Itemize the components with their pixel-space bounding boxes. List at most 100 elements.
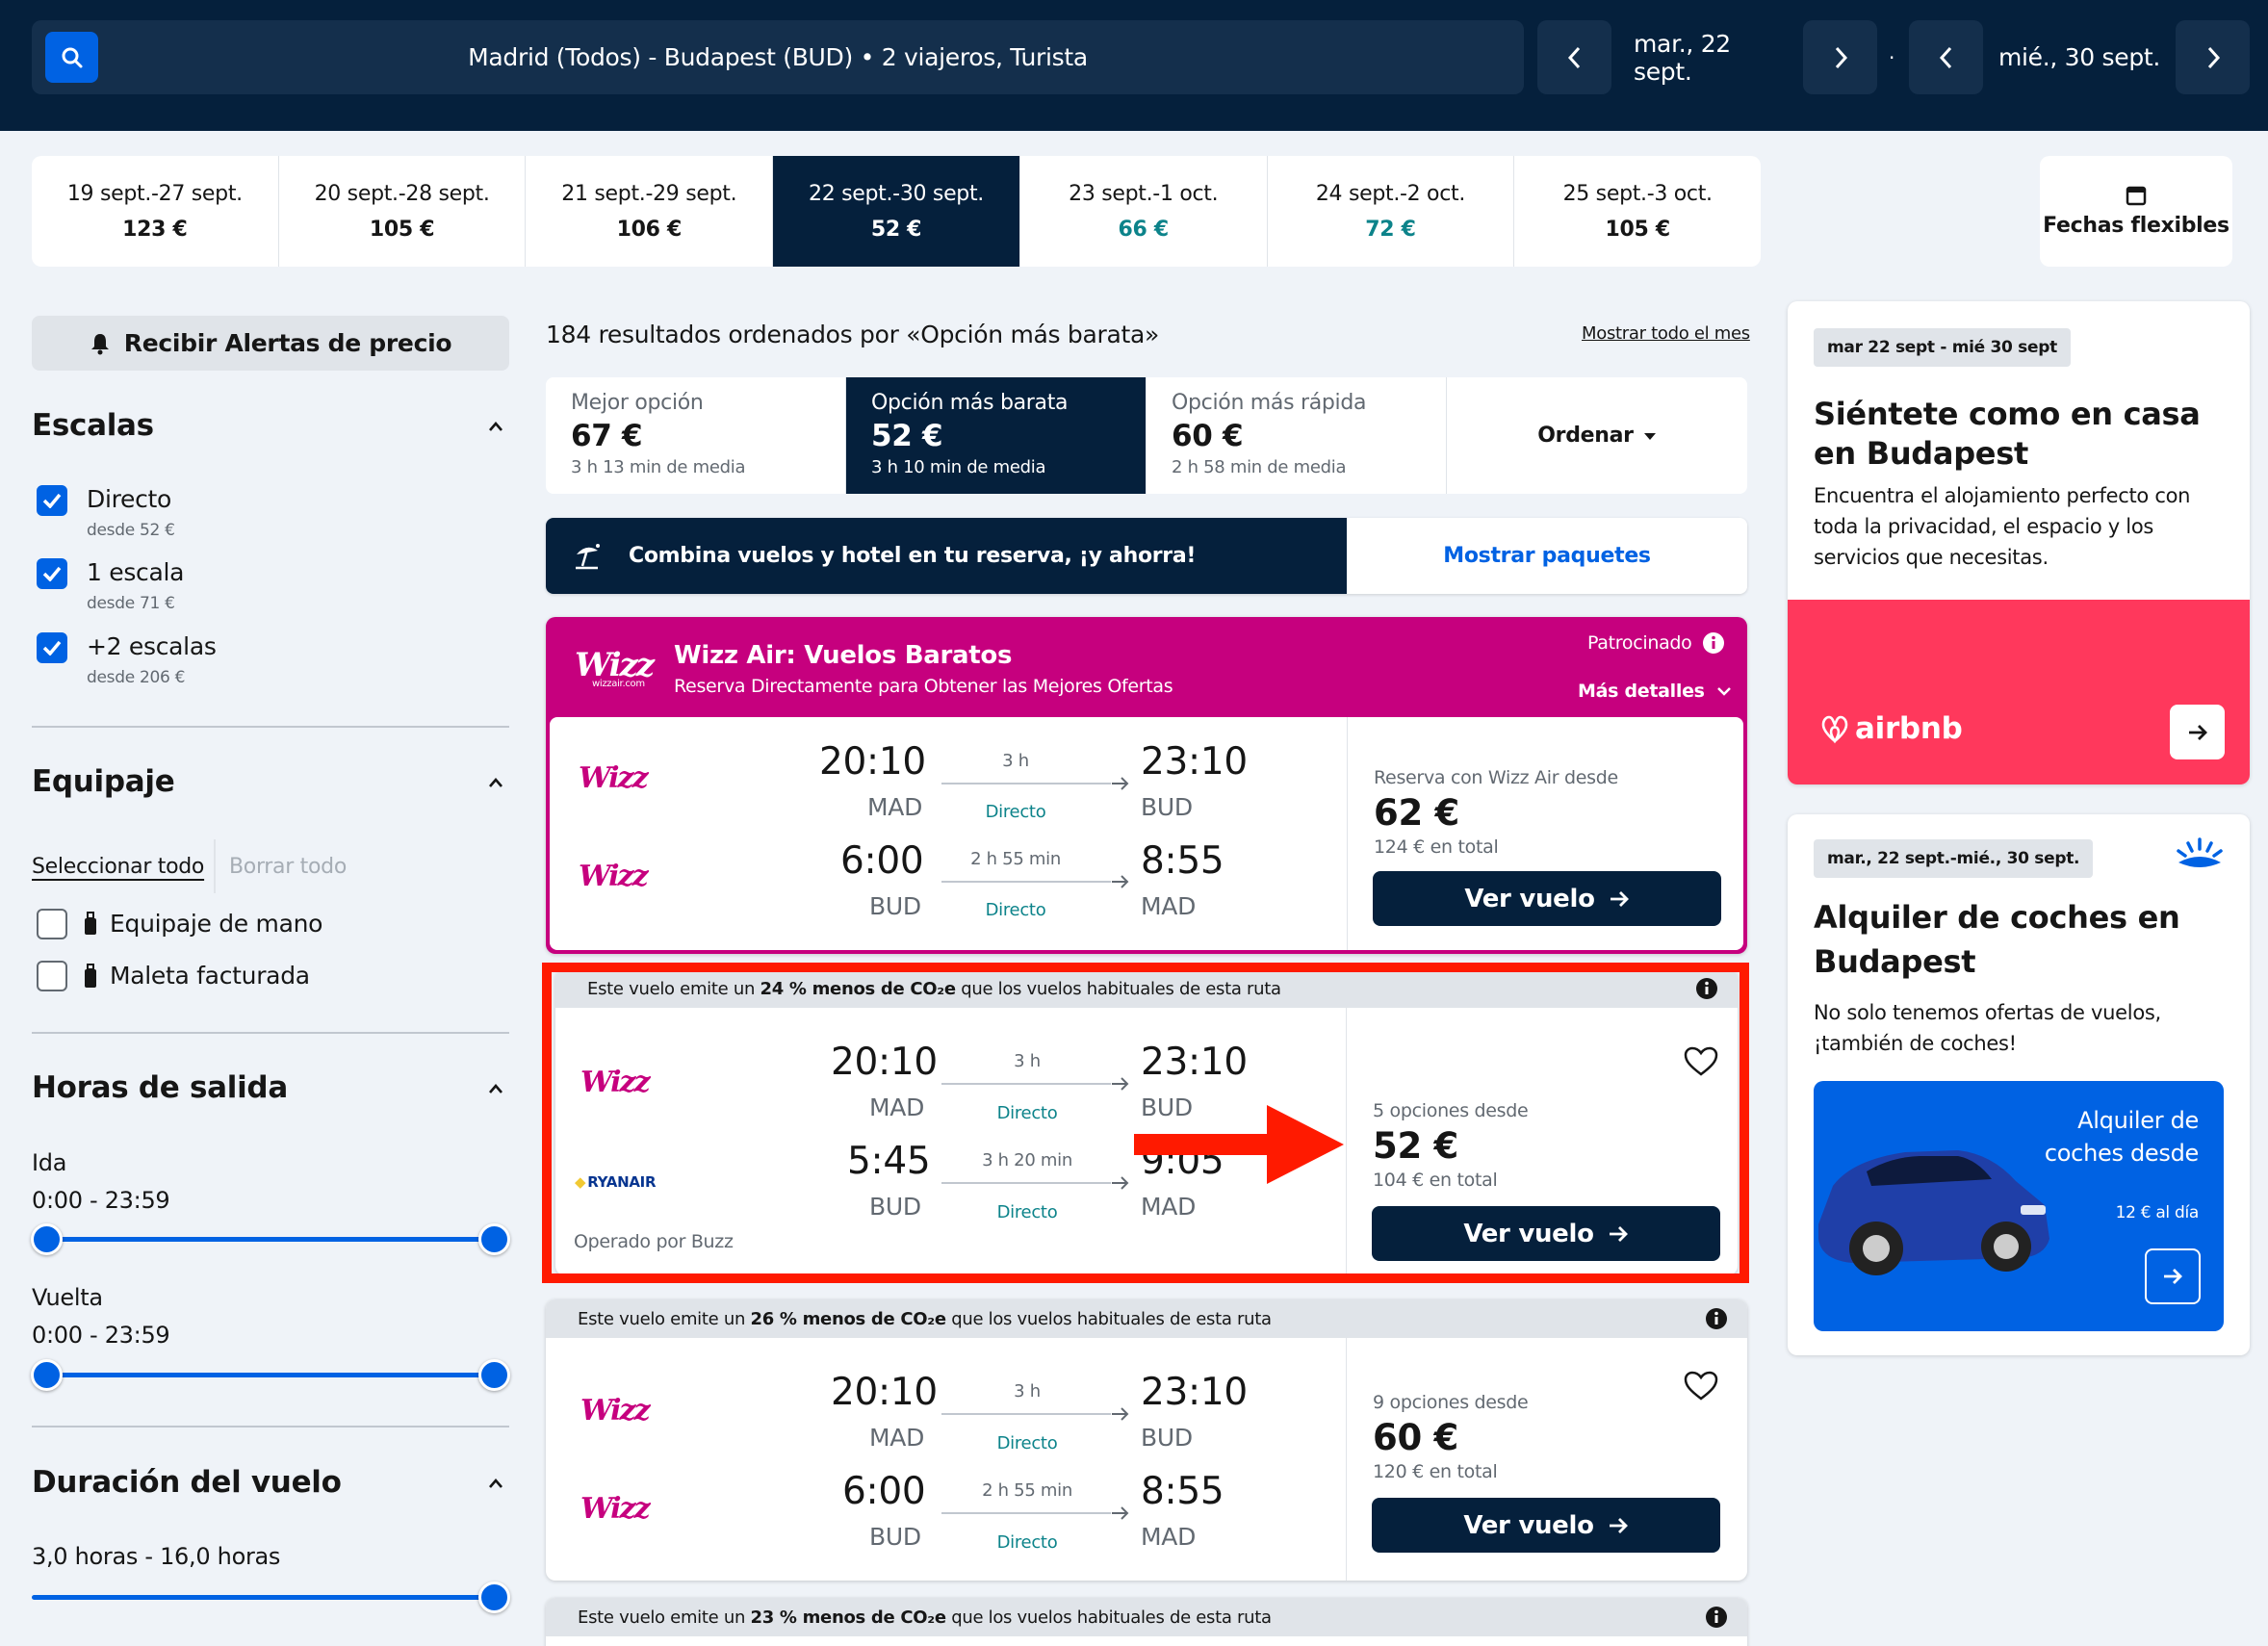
chevron-up-icon[interactable] bbox=[487, 418, 504, 435]
depart-prev-button[interactable] bbox=[1537, 20, 1611, 94]
info-icon[interactable] bbox=[1695, 977, 1718, 1000]
chevron-up-icon[interactable] bbox=[487, 1475, 504, 1492]
select-all-link[interactable]: Seleccionar todo bbox=[32, 855, 204, 879]
date-tab-range: 20 sept.-28 sept. bbox=[314, 181, 490, 206]
route-line bbox=[941, 1413, 1111, 1415]
price-alert-button[interactable]: Recibir Alertas de precio bbox=[32, 316, 509, 371]
hand-luggage-label[interactable]: Equipaje de mano bbox=[110, 910, 322, 938]
return-prev-button[interactable] bbox=[1909, 20, 1983, 94]
chevron-left-icon bbox=[1939, 46, 1951, 68]
search-summary-text[interactable]: Madrid (Todos) - Budapest (BUD) • 2 viaj… bbox=[32, 20, 1524, 94]
divider bbox=[32, 726, 509, 728]
sort-tab-title: Mejor opción bbox=[571, 391, 704, 415]
sort-tab-cheapest[interactable]: Opción más barata 52 € 3 h 10 min de med… bbox=[846, 377, 1147, 494]
checkbox-direct[interactable] bbox=[37, 485, 67, 516]
date-tab-price: 123 € bbox=[122, 217, 188, 242]
price-box: Reserva con Wizz Air desde 62 € 124 € en… bbox=[1347, 717, 1743, 950]
heart-icon[interactable] bbox=[1684, 1371, 1718, 1402]
info-icon[interactable] bbox=[1702, 631, 1725, 655]
chevron-up-icon[interactable] bbox=[487, 1080, 504, 1097]
show-packages-button[interactable]: Mostrar paquetes bbox=[1347, 518, 1747, 594]
show-month-link[interactable]: Mostrar todo el mes bbox=[1582, 323, 1750, 344]
car-desc: No solo tenemos ofertas de vuelos, ¡tamb… bbox=[1814, 1001, 2161, 1055]
outbound-slider-track[interactable] bbox=[46, 1237, 495, 1242]
checkbox-checked-bag[interactable] bbox=[37, 961, 67, 991]
stops-label[interactable]: 1 escala bbox=[87, 558, 185, 586]
checked-bag-label[interactable]: Maleta facturada bbox=[110, 962, 310, 990]
flight-hotel-banner-text: Combina vuelos y hotel en tu reserva, ¡y… bbox=[629, 544, 1197, 568]
sort-tab-fastest[interactable]: Opción más rápida 60 € 2 h 58 min de med… bbox=[1147, 377, 1447, 494]
order-dropdown[interactable]: Ordenar bbox=[1447, 377, 1747, 494]
date-tab[interactable]: 24 sept.-2 oct. 72 € bbox=[1268, 156, 1515, 267]
chevron-up-icon[interactable] bbox=[487, 774, 504, 791]
car-promo-price: 12 € al día bbox=[2115, 1203, 2200, 1222]
co2-percent: 23 % menos de CO₂e bbox=[750, 1607, 946, 1628]
sponsored-card-body[interactable]: Wizz Wizz 20:10 MAD 3 h Directo 23:10 BU… bbox=[550, 717, 1743, 950]
info-icon[interactable] bbox=[1705, 1606, 1728, 1629]
flight-result-card[interactable]: Este vuelo emite un 23 % menos de CO₂e q… bbox=[546, 1598, 1747, 1646]
co2-text-part: que los vuelos habituales de esta ruta bbox=[955, 978, 1281, 999]
calendar-icon bbox=[2126, 186, 2147, 206]
checkbox-one-stop[interactable] bbox=[37, 558, 67, 589]
dep-time: 6:00 bbox=[842, 1470, 926, 1513]
view-flight-label: Ver vuelo bbox=[1464, 884, 1595, 913]
depart-date[interactable]: mar., 22 sept. bbox=[1634, 20, 1788, 94]
sort-tab-best[interactable]: Mejor opción 67 € 3 h 13 min de media bbox=[546, 377, 846, 494]
flight-result-card[interactable]: Este vuelo emite un 26 % menos de CO₂e q… bbox=[546, 1299, 1747, 1581]
dep-time: 20:10 bbox=[819, 740, 926, 784]
date-tab-range: 22 sept.-30 sept. bbox=[809, 181, 984, 206]
duration-slider-max-handle[interactable] bbox=[478, 1582, 510, 1613]
airbnb-go-button[interactable] bbox=[2170, 705, 2225, 759]
outbound-slider-max-handle[interactable] bbox=[478, 1223, 510, 1255]
more-details-toggle[interactable]: Más detalles bbox=[1578, 681, 1732, 702]
date-tab-range: 23 sept.-1 oct. bbox=[1069, 181, 1219, 206]
return-slider-max-handle[interactable] bbox=[478, 1359, 510, 1391]
search-summary[interactable]: Madrid (Todos) - Budapest (BUD) • 2 viaj… bbox=[32, 20, 1524, 94]
info-icon[interactable] bbox=[1705, 1307, 1728, 1330]
divider bbox=[32, 1032, 509, 1034]
stops-type: Directo bbox=[996, 1433, 1058, 1453]
return-slider-track[interactable] bbox=[46, 1373, 495, 1377]
flight-hotel-banner: Combina vuelos y hotel en tu reserva, ¡y… bbox=[546, 518, 1747, 594]
car-go-button[interactable] bbox=[2145, 1248, 2201, 1304]
stops-label[interactable]: +2 escalas bbox=[87, 632, 217, 660]
divider bbox=[214, 839, 216, 893]
date-tab[interactable]: 20 sept.-28 sept. 105 € bbox=[279, 156, 527, 267]
sunrise-logo-icon bbox=[2177, 837, 2223, 867]
car-promo-banner[interactable]: Alquiler de coches desde 12 € al día bbox=[1814, 1081, 2224, 1331]
airbnb-ad[interactable]: mar 22 sept - mié 30 sept Siéntete como … bbox=[1788, 301, 2250, 784]
flexible-dates-button[interactable]: Fechas flexibles bbox=[2040, 156, 2232, 267]
date-tab[interactable]: 25 sept.-3 oct. 105 € bbox=[1514, 156, 1761, 267]
date-tab[interactable]: 21 sept.-29 sept. 106 € bbox=[526, 156, 774, 267]
car-rental-ad[interactable]: mar., 22 sept.-mié., 30 sept. Alquiler d… bbox=[1788, 814, 2250, 1355]
duration-slider-track[interactable] bbox=[32, 1595, 494, 1600]
return-slider-min-handle[interactable] bbox=[31, 1359, 63, 1391]
duration: 2 h 55 min bbox=[982, 1480, 1072, 1501]
sponsored-title[interactable]: Wizz Air: Vuelos Baratos bbox=[674, 641, 1012, 670]
arrow-right-icon bbox=[1609, 1517, 1628, 1533]
outbound-label: Ida bbox=[32, 1149, 67, 1176]
stops-label[interactable]: Directo bbox=[87, 485, 171, 513]
view-flight-button[interactable]: Ver vuelo bbox=[1373, 871, 1721, 926]
date-tab-price: 105 € bbox=[369, 217, 435, 242]
date-tab[interactable]: 23 sept.-1 oct. 66 € bbox=[1020, 156, 1268, 267]
return-next-button[interactable] bbox=[2176, 20, 2250, 94]
clear-all-link[interactable]: Borrar todo bbox=[229, 855, 347, 879]
outbound-slider-min-handle[interactable] bbox=[31, 1223, 63, 1255]
heart-icon[interactable] bbox=[1684, 1046, 1718, 1077]
stops-sub: desde 206 € bbox=[87, 668, 186, 687]
airbnb-date-badge: mar 22 sept - mié 30 sept bbox=[1814, 328, 2071, 367]
view-flight-button[interactable]: Ver vuelo bbox=[1372, 1498, 1720, 1553]
view-flight-button[interactable]: Ver vuelo bbox=[1372, 1206, 1720, 1261]
date-tab-price: 52 € bbox=[870, 217, 922, 242]
depart-next-button[interactable] bbox=[1803, 20, 1877, 94]
checkbox-two-plus-stops[interactable] bbox=[37, 632, 67, 663]
date-tab-selected[interactable]: 22 sept.-30 sept. 52 € bbox=[773, 156, 1020, 267]
return-date[interactable]: mié., 30 sept. bbox=[1997, 20, 2161, 94]
search-button[interactable] bbox=[45, 32, 98, 83]
arr-airport: MAD bbox=[1141, 1193, 1197, 1221]
stops-type: Directo bbox=[985, 802, 1046, 822]
checkbox-hand-luggage[interactable] bbox=[37, 909, 67, 939]
route-line bbox=[941, 1512, 1111, 1514]
date-tab[interactable]: 19 sept.-27 sept. 123 € bbox=[32, 156, 279, 267]
